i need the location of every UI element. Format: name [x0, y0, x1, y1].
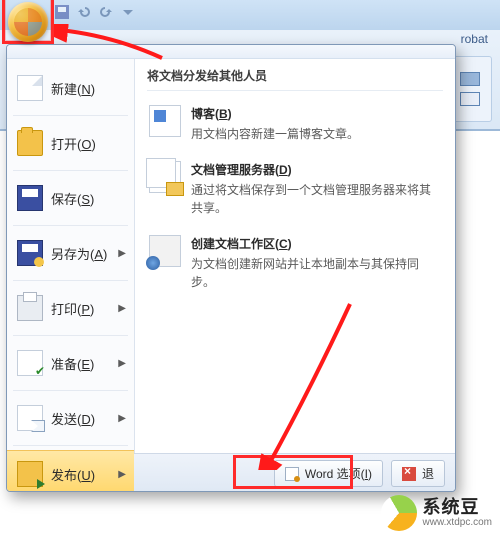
publish-option-dms[interactable]: 文档管理服务器(D) 通过将文档保存到一个文档管理服务器来将其共享。 — [147, 155, 443, 229]
right-pane-heading: 将文档分发给其他人员 — [147, 67, 443, 91]
exit-icon — [402, 467, 416, 481]
menu-header-strip — [7, 45, 455, 59]
separator — [13, 225, 128, 226]
menu-item-prepare[interactable]: 准备(E) ▶ — [7, 340, 134, 386]
menu-item-label: 打开(O) — [51, 134, 126, 153]
send-icon — [17, 405, 43, 431]
publish-option-workspace[interactable]: 创建文档工作区(C) 为文档创建新网站并让本地副本与其保持同步。 — [147, 229, 443, 303]
menu-left-pane: 新建(N) 打开(O) 保存(S) 另存为(A)▶ 打印(P)▶ 准备(E)▶ … — [7, 59, 135, 453]
menu-item-label: 打印(P) — [51, 299, 110, 318]
ribbon-tab-acrobat[interactable]: robat — [461, 32, 488, 46]
option-title: 创建文档工作区(C) — [191, 235, 441, 252]
qat-save-icon[interactable] — [54, 4, 70, 20]
separator — [13, 390, 128, 391]
dms-icon — [149, 161, 181, 193]
chevron-right-icon: ▶ — [118, 248, 126, 259]
menu-item-label: 发布(U) — [51, 465, 110, 484]
menu-item-save-as[interactable]: 另存为(A) ▶ — [7, 230, 134, 276]
quick-access-toolbar — [48, 0, 142, 24]
workspace-icon — [149, 235, 181, 267]
qat-redo-icon[interactable] — [98, 4, 114, 20]
publish-icon — [17, 461, 43, 487]
option-desc: 用文档内容新建一篇博客文章。 — [191, 125, 359, 143]
separator — [13, 280, 128, 281]
save-as-icon — [17, 240, 43, 266]
menu-right-pane: 将文档分发给其他人员 博客(B) 用文档内容新建一篇博客文章。 文档管理服务器(… — [135, 59, 455, 453]
chevron-right-icon: ▶ — [118, 413, 126, 424]
prepare-icon — [17, 350, 43, 376]
menu-item-send[interactable]: 发送(D) ▶ — [7, 395, 134, 441]
menu-item-new[interactable]: 新建(N) — [7, 65, 134, 111]
watermark-name: 系统豆 — [423, 498, 492, 518]
option-desc: 通过将文档保存到一个文档管理服务器来将其共享。 — [191, 181, 441, 217]
option-title: 博客(B) — [191, 105, 359, 122]
chevron-right-icon: ▶ — [118, 469, 126, 480]
menu-item-open[interactable]: 打开(O) — [7, 120, 134, 166]
watermark-logo-icon — [381, 495, 417, 531]
qat-undo-icon[interactable] — [76, 4, 92, 20]
separator — [13, 335, 128, 336]
separator — [13, 115, 128, 116]
menu-item-save[interactable]: 保存(S) — [7, 175, 134, 221]
word-options-button[interactable]: Word 选项(I) — [274, 460, 383, 487]
menu-item-publish[interactable]: 发布(U) ▶ — [7, 450, 134, 492]
watermark: 系统豆 www.xtdpc.com — [381, 495, 492, 531]
menu-item-print[interactable]: 打印(P) ▶ — [7, 285, 134, 331]
watermark-url: www.xtdpc.com — [423, 517, 492, 528]
save-icon — [17, 185, 43, 211]
exit-word-button[interactable]: 退 — [391, 460, 445, 487]
new-icon — [17, 75, 43, 101]
blog-icon — [149, 105, 181, 137]
publish-option-blog[interactable]: 博客(B) 用文档内容新建一篇博客文章。 — [147, 99, 443, 155]
separator — [13, 170, 128, 171]
ribbon-cmd-icon[interactable] — [460, 92, 480, 106]
chevron-right-icon: ▶ — [118, 358, 126, 369]
print-icon — [17, 295, 43, 321]
office-button[interactable] — [8, 2, 48, 42]
chevron-right-icon: ▶ — [118, 303, 126, 314]
menu-item-label: 准备(E) — [51, 354, 110, 373]
button-label: 退 — [422, 465, 434, 482]
button-label: Word 选项(I) — [305, 465, 372, 482]
option-title: 文档管理服务器(D) — [191, 161, 441, 178]
office-menu: 新建(N) 打开(O) 保存(S) 另存为(A)▶ 打印(P)▶ 准备(E)▶ … — [6, 44, 456, 492]
open-icon — [17, 130, 43, 156]
option-desc: 为文档创建新网站并让本地副本与其保持同步。 — [191, 255, 441, 291]
options-icon — [285, 467, 299, 481]
separator — [13, 445, 128, 446]
qat-customize-icon[interactable] — [120, 4, 136, 20]
ribbon-cmd-icon[interactable] — [460, 72, 480, 86]
menu-item-label: 保存(S) — [51, 189, 126, 208]
menu-item-label: 新建(N) — [51, 79, 126, 98]
menu-item-label: 另存为(A) — [51, 244, 110, 263]
menu-item-label: 发送(D) — [51, 409, 110, 428]
